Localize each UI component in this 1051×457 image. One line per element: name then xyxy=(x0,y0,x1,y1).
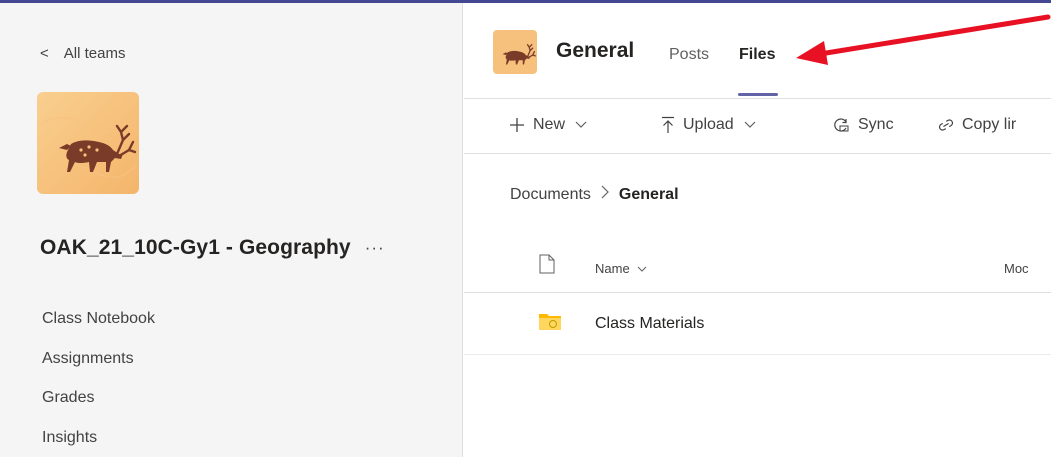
chevron-down-icon xyxy=(637,266,647,272)
file-list-header: Name Moc xyxy=(464,249,1051,293)
chevron-down-icon xyxy=(744,121,756,128)
sidebar-item-class-notebook[interactable]: Class Notebook xyxy=(42,305,155,345)
column-header-name[interactable]: Name xyxy=(595,261,647,276)
all-teams-link[interactable]: < All teams xyxy=(40,45,125,62)
channel-main: General Posts Files New Upload Sync Copy… xyxy=(464,3,1051,457)
channel-title: General xyxy=(556,39,635,62)
team-name: OAK_21_10C-Gy1 - Geography xyxy=(40,236,351,259)
team-name-row: OAK_21_10C-Gy1 - Geography ··· xyxy=(40,236,385,260)
annotation-arrow xyxy=(796,14,1051,65)
team-sidebar: < All teams OAK_21_10C-Gy1 - Geography ·… xyxy=(0,3,463,457)
team-menu: Class Notebook Assignments Grades Insigh… xyxy=(42,305,155,457)
files-toolbar: New Upload Sync Copy lir xyxy=(464,100,1051,154)
deer-icon xyxy=(493,30,537,74)
column-header-modified[interactable]: Moc xyxy=(1004,261,1029,276)
sidebar-item-grades[interactable]: Grades xyxy=(42,384,155,424)
sidebar-item-assignments[interactable]: Assignments xyxy=(42,345,155,385)
deer-icon xyxy=(37,92,139,194)
chevron-down-icon xyxy=(575,121,587,128)
more-icon[interactable]: ··· xyxy=(365,238,385,258)
breadcrumb-documents[interactable]: Documents xyxy=(510,186,591,204)
sync-icon xyxy=(834,118,849,132)
sidebar-item-insights[interactable]: Insights xyxy=(42,424,155,457)
new-label: New xyxy=(533,116,566,133)
tab-files-underline xyxy=(738,93,778,96)
upload-label: Upload xyxy=(683,116,734,133)
breadcrumb-current: General xyxy=(618,185,679,203)
sync-button[interactable]: Sync xyxy=(832,116,894,134)
folder-icon xyxy=(539,314,561,330)
team-avatar xyxy=(37,92,139,194)
upload-icon xyxy=(662,116,674,133)
tab-files[interactable]: Files xyxy=(739,46,775,64)
tab-posts[interactable]: Posts xyxy=(669,46,709,64)
new-button[interactable]: New xyxy=(509,116,587,134)
link-icon xyxy=(938,119,954,131)
upload-button[interactable]: Upload xyxy=(661,116,756,134)
plus-icon xyxy=(510,118,524,132)
sync-label: Sync xyxy=(858,116,894,133)
name-header-label: Name xyxy=(595,261,630,276)
document-icon[interactable] xyxy=(539,254,555,274)
copy-link-label: Copy lir xyxy=(962,116,1017,133)
chevron-left-icon: < xyxy=(40,45,49,62)
file-name[interactable]: Class Materials xyxy=(595,315,704,333)
all-teams-label: All teams xyxy=(63,45,126,62)
breadcrumb: Documents General xyxy=(510,185,679,204)
chevron-right-icon xyxy=(601,185,609,204)
channel-avatar xyxy=(493,30,537,74)
copy-link-button[interactable]: Copy lir xyxy=(938,116,1016,134)
file-row[interactable]: Class Materials xyxy=(464,295,1051,355)
